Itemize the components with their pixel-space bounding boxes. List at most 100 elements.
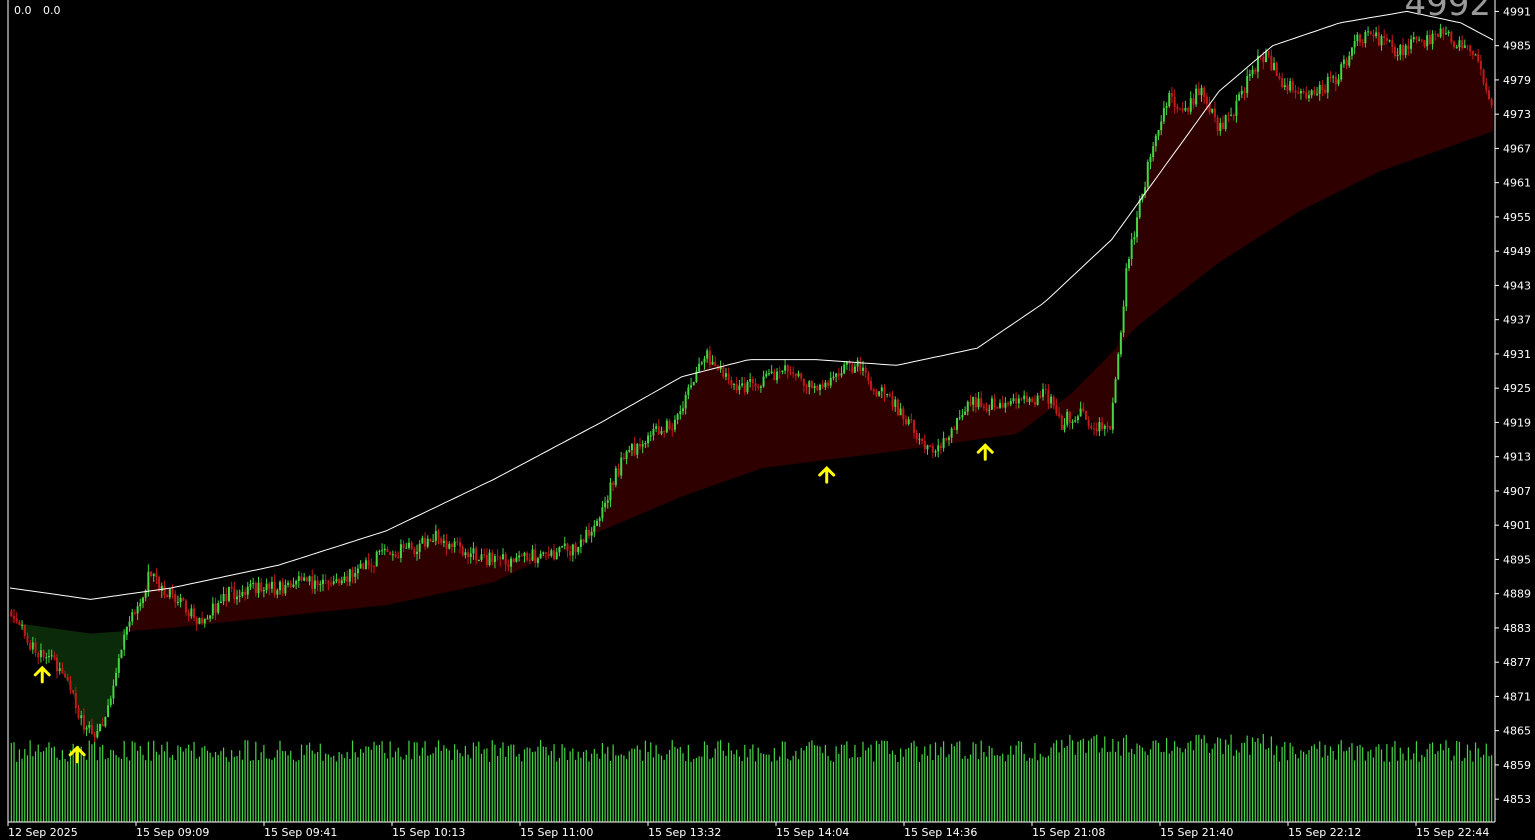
candle: [695, 366, 698, 383]
candle: [1071, 419, 1074, 429]
candle-body: [131, 612, 134, 622]
candle-body: [405, 547, 408, 549]
candle: [571, 543, 574, 562]
candle-body: [1036, 395, 1039, 405]
candle-body: [1111, 402, 1114, 430]
candle-body: [765, 373, 768, 377]
candle-body: [759, 386, 762, 388]
candle: [1197, 81, 1200, 96]
candle-body: [1211, 108, 1214, 113]
candle-body: [179, 597, 182, 603]
candle-body: [824, 382, 827, 388]
candle-body: [284, 584, 287, 594]
candle-body: [778, 371, 781, 373]
candle-body: [612, 482, 615, 486]
candle-body: [913, 420, 916, 433]
price-tick-label: 4883: [1503, 622, 1531, 635]
price-tick-label: 4913: [1503, 451, 1531, 464]
candle-body: [1246, 75, 1249, 94]
candle-body: [692, 381, 695, 386]
candle-body: [1068, 411, 1071, 423]
candle-body: [1375, 32, 1378, 37]
candle-body: [268, 583, 271, 589]
candle: [37, 651, 40, 665]
candle-body: [203, 618, 206, 624]
candle: [305, 576, 308, 582]
candle-body: [249, 584, 252, 587]
candle: [784, 359, 787, 374]
candle-body: [789, 371, 792, 373]
price-tick-label: 4991: [1503, 5, 1531, 18]
candle-body: [923, 441, 926, 450]
candle-body: [426, 538, 429, 547]
candle: [746, 380, 749, 395]
candle: [555, 547, 558, 560]
candle-body: [910, 419, 913, 421]
candle-body: [236, 596, 239, 600]
candle-body: [174, 593, 177, 603]
candle-body: [574, 544, 577, 553]
candle: [375, 550, 378, 567]
trend-band-area: [10, 34, 1493, 735]
candle: [843, 361, 846, 375]
candle-body: [899, 408, 902, 416]
candle-body: [1039, 395, 1042, 397]
candle: [953, 425, 956, 430]
candle: [520, 552, 523, 557]
candle-body: [453, 541, 456, 547]
candle: [851, 362, 854, 374]
candle: [378, 549, 381, 555]
candle: [810, 379, 813, 389]
candle: [539, 550, 542, 559]
candle: [655, 423, 658, 432]
candle: [1109, 425, 1112, 430]
candle-body: [1232, 114, 1235, 116]
candle-body: [1130, 239, 1133, 259]
candle-body: [985, 407, 988, 411]
candle-body: [265, 583, 268, 591]
candle: [558, 546, 561, 557]
candle-body: [969, 401, 972, 405]
candle-body: [673, 419, 676, 430]
candle-body: [767, 373, 770, 375]
candle-body: [1176, 106, 1179, 109]
candle-body: [1324, 89, 1327, 93]
price-tick-label: 4943: [1503, 279, 1531, 292]
candle-body: [193, 608, 196, 618]
candle-body: [800, 373, 803, 379]
buy-arrow-shape: [976, 443, 994, 461]
candle-body: [198, 618, 201, 624]
price-chart[interactable]: 4991 4985 4979 4973 4967 4961 4955 4949 4943 4937…: [0, 0, 1535, 840]
candle-body: [947, 437, 950, 440]
candle-body: [90, 725, 93, 734]
candle: [456, 537, 459, 546]
candle-body: [300, 576, 303, 581]
candle-body: [504, 554, 507, 565]
candle: [104, 716, 107, 728]
candle-body: [1372, 34, 1375, 37]
candle-body: [241, 592, 244, 596]
candle-body: [708, 350, 711, 365]
candle-body: [1428, 35, 1431, 45]
candle-body: [1055, 405, 1058, 414]
candle: [485, 548, 488, 568]
candle-body: [964, 411, 967, 416]
candle-body: [1278, 75, 1281, 79]
candle-body: [359, 563, 362, 569]
candle-body: [1235, 100, 1238, 116]
candle: [381, 543, 384, 556]
candle: [1122, 300, 1125, 337]
candle: [273, 574, 276, 598]
candle: [410, 540, 413, 551]
candle-body: [31, 642, 34, 650]
candle: [1439, 23, 1442, 39]
candle-body: [56, 657, 59, 672]
candle-body: [679, 411, 682, 415]
candle-body: [738, 385, 741, 391]
candle-body: [125, 626, 128, 635]
candle-body: [346, 576, 349, 582]
candle-body: [279, 581, 282, 591]
candle-body: [1238, 94, 1241, 101]
candle: [899, 402, 902, 416]
candle-body: [544, 552, 547, 554]
